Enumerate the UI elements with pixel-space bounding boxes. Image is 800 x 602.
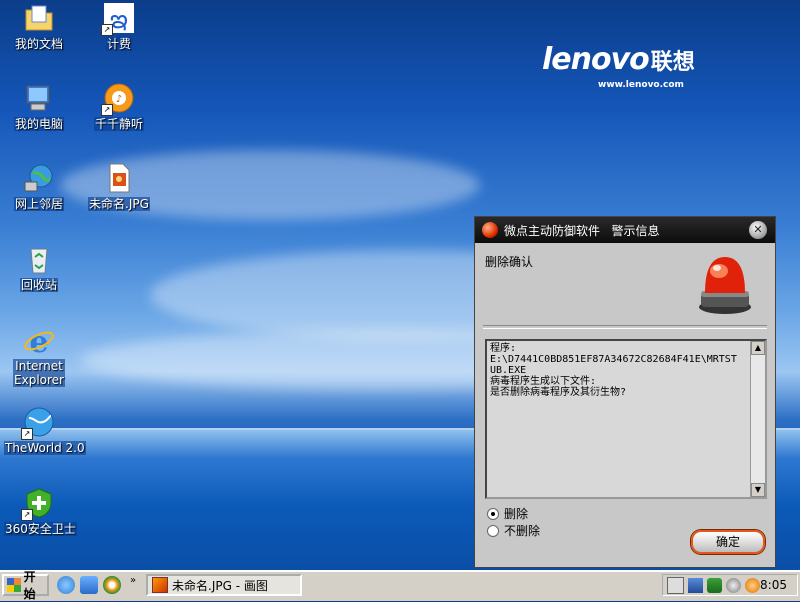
theworld-browser-icon: ↗ [21, 406, 55, 440]
shortcut-arrow-icon: ↗ [101, 104, 113, 116]
desktop-icon-ttplayer[interactable]: ♪ ↗ 千千静听 [84, 82, 154, 131]
shortcut-arrow-icon: ↗ [21, 428, 33, 440]
radio-button[interactable] [487, 524, 499, 537]
my-computer-icon [23, 82, 55, 114]
vertical-scrollbar[interactable]: ▲ ▼ [750, 341, 765, 497]
paint-app-icon [152, 577, 168, 593]
desktop-icon-label: 千千静听 [93, 117, 144, 131]
speaker-tray-icon[interactable] [745, 577, 760, 593]
radio-button-selected[interactable] [487, 507, 499, 520]
antivirus-alert-dialog: 微点主动防御软件 警示信息 ✕ 删除确认 程序: E:\D7441C0BD851… [474, 216, 776, 568]
dialog-titlebar[interactable]: 微点主动防御软件 警示信息 ✕ [475, 217, 775, 243]
jpg-file-icon [103, 162, 135, 194]
alert-app-icon [482, 222, 498, 238]
360-security-icon: ↗ [21, 487, 55, 521]
svg-text:e: e [29, 325, 48, 356]
scroll-down-button[interactable]: ▼ [751, 483, 765, 497]
network-tray-icon[interactable] [688, 577, 703, 593]
option-label: 不删除 [504, 524, 541, 538]
desktop-icon-label: 回收站 [19, 278, 58, 292]
quicklaunch-media-player-icon[interactable] [103, 576, 121, 594]
quicklaunch-overflow-icon[interactable]: » [130, 575, 136, 586]
arrow-up-icon: ▲ [754, 343, 762, 352]
lenovo-logo: lenovo联想 www.lenovo.com [542, 42, 695, 90]
message-line: 是否删除病毒程序及其衍生物? [490, 387, 627, 398]
divider [483, 325, 767, 329]
dialog-header: 删除确认 [475, 243, 775, 325]
message-line: 病毒程序生成以下文件: [490, 376, 597, 387]
message-text: 程序: E:\D7441C0BD851EF87A34672C82684F41E\… [490, 343, 742, 398]
option-delete[interactable]: 删除 [487, 505, 528, 522]
input-method-icon[interactable] [667, 576, 684, 594]
quicklaunch-browser-icon[interactable] [80, 576, 98, 594]
quicklaunch-ie-icon[interactable] [57, 576, 75, 594]
desktop-icon-recycle-bin[interactable]: 回收站 [4, 243, 74, 292]
start-button[interactable]: 开始 [2, 570, 49, 601]
desktop-icon-360-security[interactable]: ↗ 360安全卫士 [4, 487, 77, 536]
windows-logo-icon [7, 578, 21, 592]
section-title: 删除确认 [485, 255, 534, 269]
desktop-icon-my-computer[interactable]: 我的电脑 [4, 82, 74, 131]
desktop-icon-label: 我的文档 [13, 37, 64, 51]
taskbar-button-paint[interactable]: 未命名.JPG - 画图 [146, 574, 302, 596]
option-do-not-delete[interactable]: 不删除 [487, 522, 540, 539]
desktop-icon-label: 网上邻居 [13, 197, 64, 211]
antivirus-tray-icon[interactable] [726, 577, 741, 593]
clock: 8:05 [760, 578, 787, 592]
message-textarea[interactable]: 程序: E:\D7441C0BD851EF87A34672C82684F41E\… [485, 339, 767, 499]
brand-url: www.lenovo.com [598, 80, 684, 90]
task-label: 未命名.JPG - 画图 [172, 578, 268, 593]
security-shield-icon[interactable] [707, 577, 722, 593]
desktop-icon-billing[interactable]: ఇ ↗ 计费 [84, 2, 154, 51]
network-places-icon [23, 162, 55, 194]
recycle-bin-icon [23, 243, 55, 275]
alarm-light-icon [697, 253, 753, 315]
dialog-title: 微点主动防御软件 警示信息 [504, 223, 660, 238]
desktop-icon-label: 计费 [105, 37, 132, 51]
brand-cn: 联想 [650, 50, 695, 75]
shortcut-arrow-icon: ↗ [101, 24, 113, 36]
desktop-icon-label: Internet Explorer [13, 359, 65, 387]
close-icon: ✕ [753, 223, 763, 236]
close-button[interactable]: ✕ [749, 221, 767, 239]
arrow-down-icon: ▼ [754, 485, 762, 494]
desktop-icon-theworld[interactable]: ↗ TheWorld 2.0 [4, 406, 86, 455]
message-line: 程序: [490, 343, 517, 354]
ttplayer-icon: ♪ ↗ [101, 82, 135, 116]
internet-explorer-icon: e [23, 324, 55, 360]
desktop-icon-label: 未命名.JPG [88, 197, 150, 211]
shortcut-arrow-icon: ↗ [21, 509, 33, 521]
ok-button[interactable]: 确定 [691, 530, 765, 554]
option-label: 删除 [504, 507, 529, 521]
desktop-icon-label: 我的电脑 [13, 117, 64, 131]
taskbar: 开始 » 未命名.JPG - 画图 8:05 [0, 570, 800, 601]
desktop-icon-label: TheWorld 2.0 [4, 441, 86, 455]
scroll-up-button[interactable]: ▲ [751, 341, 765, 355]
desktop-icon-label: 360安全卫士 [4, 522, 77, 536]
system-tray: 8:05 [662, 574, 798, 596]
desktop-icon-network[interactable]: 网上邻居 [4, 162, 74, 211]
brand-name: lenovo [542, 42, 650, 77]
folder-docs-icon [23, 2, 55, 34]
svg-text:♪: ♪ [116, 94, 122, 105]
message-line: E:\D7441C0BD851EF87A34672C82684F41E\MRTS… [490, 354, 737, 376]
start-label: 开始 [23, 570, 36, 601]
desktop-icon-internet-explorer[interactable]: e Internet Explorer [4, 324, 74, 387]
desktop-icon-jpg-file[interactable]: 未命名.JPG [84, 162, 154, 211]
desktop-icon-my-documents[interactable]: 我的文档 [4, 2, 74, 51]
china-telecom-icon: ఇ ↗ [101, 2, 135, 36]
